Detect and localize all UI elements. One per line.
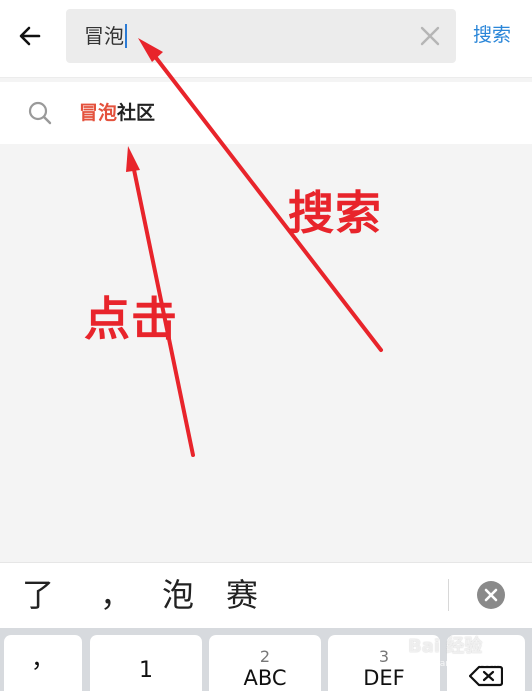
key-comma[interactable]: ，: [4, 635, 82, 691]
annotation-click-label: 点击: [84, 292, 178, 346]
suggestion-label: 冒泡社区: [79, 100, 155, 126]
search-button[interactable]: 搜索: [473, 22, 511, 48]
key-label: ABC: [243, 666, 287, 690]
key-1[interactable]: 1: [90, 635, 202, 691]
candidate-divider: [448, 579, 449, 611]
search-page: 冒泡 搜索 冒泡社区 搜索 点击 了 ， 泡 赛 ， 1 2 ABC 3 DEF…: [0, 0, 532, 691]
ime-candidate-bar: 了 ， 泡 赛: [0, 562, 532, 628]
search-suggestion-item[interactable]: 冒泡社区: [0, 82, 532, 144]
annotation-search-label: 搜索: [288, 186, 382, 240]
candidate-word[interactable]: 了: [22, 575, 54, 615]
search-icon: [28, 101, 52, 125]
candidate-word[interactable]: ，: [100, 575, 132, 615]
watermark-url: jingyan.baidu.com: [418, 659, 502, 669]
close-icon: [420, 26, 440, 46]
key-label: 1: [139, 658, 153, 683]
close-circle-icon[interactable]: [476, 580, 506, 610]
candidate-word[interactable]: 赛: [226, 575, 258, 615]
search-header: 冒泡 搜索: [0, 0, 532, 78]
text-cursor: [125, 24, 127, 48]
candidate-word[interactable]: 泡: [162, 575, 194, 615]
key-2-abc[interactable]: 2 ABC: [209, 635, 321, 691]
search-input[interactable]: 冒泡: [66, 9, 456, 63]
suggestion-rest: 社区: [117, 102, 156, 124]
search-input-value[interactable]: 冒泡: [84, 23, 124, 49]
key-label: ，: [31, 645, 55, 673]
back-button[interactable]: [10, 16, 50, 56]
watermark-logo: Bai 经验: [408, 636, 483, 657]
suggestion-highlight: 冒泡: [79, 102, 118, 124]
clear-search-button[interactable]: [416, 22, 444, 50]
arrow-left-icon: [19, 26, 41, 46]
